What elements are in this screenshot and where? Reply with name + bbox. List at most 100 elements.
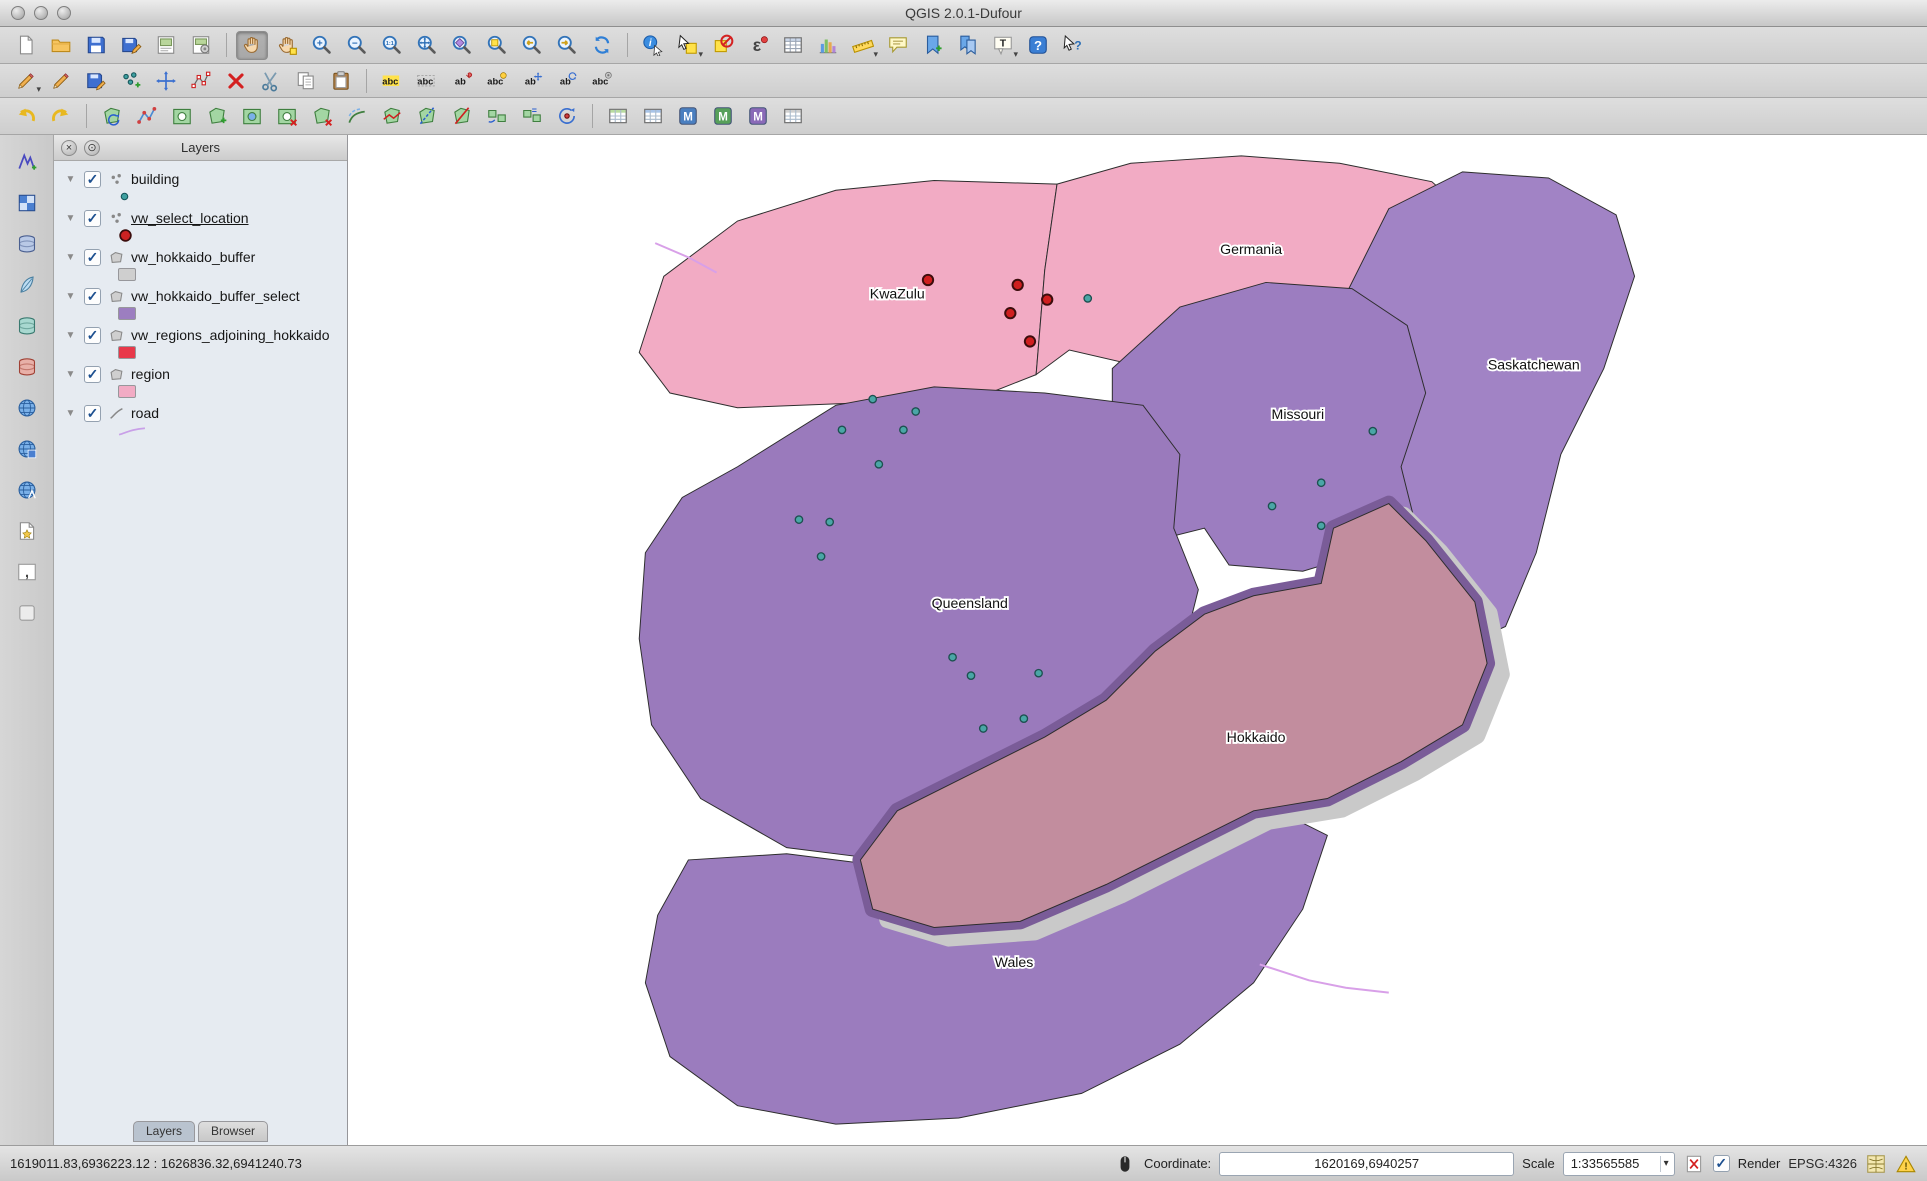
mouse-position-icon[interactable]	[1114, 1153, 1136, 1175]
label-move-button[interactable]: ab	[516, 66, 548, 95]
zoom-to-selection-button[interactable]	[481, 31, 513, 60]
statistics-button[interactable]	[812, 31, 844, 60]
current-edits-button[interactable]: ▾	[10, 66, 42, 95]
new-project-button[interactable]	[10, 31, 42, 60]
open-project-button[interactable]	[45, 31, 77, 60]
open-attribute-table-button[interactable]	[777, 31, 809, 60]
new-shapefile-layer-button[interactable]	[7, 514, 47, 548]
field-calculator-button[interactable]: ε	[742, 31, 774, 60]
tab-browser[interactable]: Browser	[198, 1121, 268, 1142]
merge-attributes-button[interactable]: =	[516, 102, 548, 131]
add-part-button[interactable]	[201, 102, 233, 131]
paste-features-button[interactable]	[325, 66, 357, 95]
add-delimited-text-layer-button[interactable]: ,	[7, 555, 47, 589]
disclosure-triangle-icon[interactable]: ▼	[64, 174, 77, 185]
label-highlight-button[interactable]: abc	[481, 66, 513, 95]
add-postgis-layer-button[interactable]	[7, 227, 47, 261]
delete-part-button[interactable]	[306, 102, 338, 131]
zoom-window-button[interactable]	[57, 6, 71, 20]
layer-visibility-checkbox[interactable]: ✓	[84, 288, 101, 305]
layer-name[interactable]: road	[131, 405, 159, 421]
zoom-native-button[interactable]: 1:1	[376, 31, 408, 60]
whats-this-button[interactable]: ?	[1057, 31, 1089, 60]
save-project-button[interactable]	[80, 31, 112, 60]
layer-visibility-checkbox[interactable]: ✓	[84, 249, 101, 266]
layer-name[interactable]: vw_hokkaido_buffer	[131, 249, 255, 265]
measure-button[interactable]: ▾	[847, 31, 879, 60]
panel-close-icon[interactable]: ×	[61, 140, 77, 156]
add-spatialite-layer-button[interactable]	[7, 268, 47, 302]
show-bookmarks-button[interactable]	[952, 31, 984, 60]
offset-curve-button[interactable]	[341, 102, 373, 131]
identify-features-button[interactable]: i	[637, 31, 669, 60]
disclosure-triangle-icon[interactable]: ▼	[64, 213, 77, 224]
plugin-m-blue-button[interactable]: M	[672, 102, 704, 131]
minimize-window-button[interactable]	[34, 6, 48, 20]
cut-features-button[interactable]	[255, 66, 287, 95]
add-ring-button[interactable]	[166, 102, 198, 131]
zoom-out-button[interactable]: −	[341, 31, 373, 60]
plugin-table-gray-button[interactable]	[777, 102, 809, 131]
map-tips-button[interactable]	[882, 31, 914, 60]
plugin-table-blue-button[interactable]	[637, 102, 669, 131]
stop-render-icon[interactable]	[1683, 1153, 1705, 1175]
zoom-last-button[interactable]	[516, 31, 548, 60]
save-project-as-button[interactable]	[115, 31, 147, 60]
render-checkbox[interactable]: ✓	[1713, 1155, 1730, 1172]
text-annotation-button[interactable]: T▾	[987, 31, 1019, 60]
deselect-all-button[interactable]	[707, 31, 739, 60]
layer-visibility-checkbox[interactable]: ✓	[84, 366, 101, 383]
redo-button[interactable]	[45, 102, 77, 131]
coordinate-input[interactable]	[1219, 1152, 1514, 1176]
scale-combo[interactable]: 1:33565585 ▾	[1563, 1152, 1675, 1176]
help-contents-button[interactable]: ?	[1022, 31, 1054, 60]
add-mssql-layer-button[interactable]	[7, 309, 47, 343]
disclosure-triangle-icon[interactable]: ▼	[64, 252, 77, 263]
tab-layers[interactable]: Layers	[133, 1121, 195, 1142]
label-rotate-button[interactable]: ab	[551, 66, 583, 95]
new-memory-layer-button[interactable]	[7, 596, 47, 630]
delete-ring-button[interactable]	[271, 102, 303, 131]
close-window-button[interactable]	[11, 6, 25, 20]
simplify-feature-button[interactable]	[131, 102, 163, 131]
reshape-features-button[interactable]	[376, 102, 408, 131]
undo-button[interactable]	[10, 102, 42, 131]
plugin-table-green-button[interactable]	[602, 102, 634, 131]
label-pin-button[interactable]: ab	[446, 66, 478, 95]
zoom-next-button[interactable]	[551, 31, 583, 60]
layer-name[interactable]: building	[131, 171, 179, 187]
plugin-m-green-button[interactable]: M	[707, 102, 739, 131]
new-print-composer-button[interactable]	[150, 31, 182, 60]
rotate-point-symbols-button[interactable]	[551, 102, 583, 131]
disclosure-triangle-icon[interactable]: ▼	[64, 408, 77, 419]
split-parts-button[interactable]	[411, 102, 443, 131]
add-wcs-layer-button[interactable]	[7, 432, 47, 466]
add-raster-layer-button[interactable]	[7, 186, 47, 220]
merge-features-button[interactable]	[481, 102, 513, 131]
zoom-to-layer-button[interactable]	[446, 31, 478, 60]
select-features-button[interactable]: ▾	[672, 31, 704, 60]
move-feature-button[interactable]	[150, 66, 182, 95]
label-selected-button[interactable]: abc	[411, 66, 443, 95]
disclosure-triangle-icon[interactable]: ▼	[64, 330, 77, 341]
zoom-full-button[interactable]	[411, 31, 443, 60]
new-bookmark-button[interactable]	[917, 31, 949, 60]
copy-features-button[interactable]	[290, 66, 322, 95]
layer-name[interactable]: vw_select_location	[131, 210, 249, 226]
label-properties-button[interactable]: abc	[586, 66, 618, 95]
layer-visibility-checkbox[interactable]: ✓	[84, 210, 101, 227]
layer-name[interactable]: vw_hokkaido_buffer_select	[131, 288, 300, 304]
split-features-button[interactable]	[446, 102, 478, 131]
refresh-map-button[interactable]	[586, 31, 618, 60]
crs-status-icon[interactable]	[1865, 1153, 1887, 1175]
add-vector-layer-button[interactable]	[7, 145, 47, 179]
panel-float-icon[interactable]: ⊙	[84, 140, 100, 156]
disclosure-triangle-icon[interactable]: ▼	[64, 369, 77, 380]
zoom-in-button[interactable]: +	[306, 31, 338, 60]
layer-name[interactable]: region	[131, 366, 170, 382]
add-oracle-layer-button[interactable]	[7, 350, 47, 384]
pan-map-button[interactable]	[236, 31, 268, 60]
node-tool-button[interactable]	[185, 66, 217, 95]
messages-icon[interactable]: !	[1895, 1153, 1917, 1175]
add-wfs-layer-button[interactable]	[7, 473, 47, 507]
